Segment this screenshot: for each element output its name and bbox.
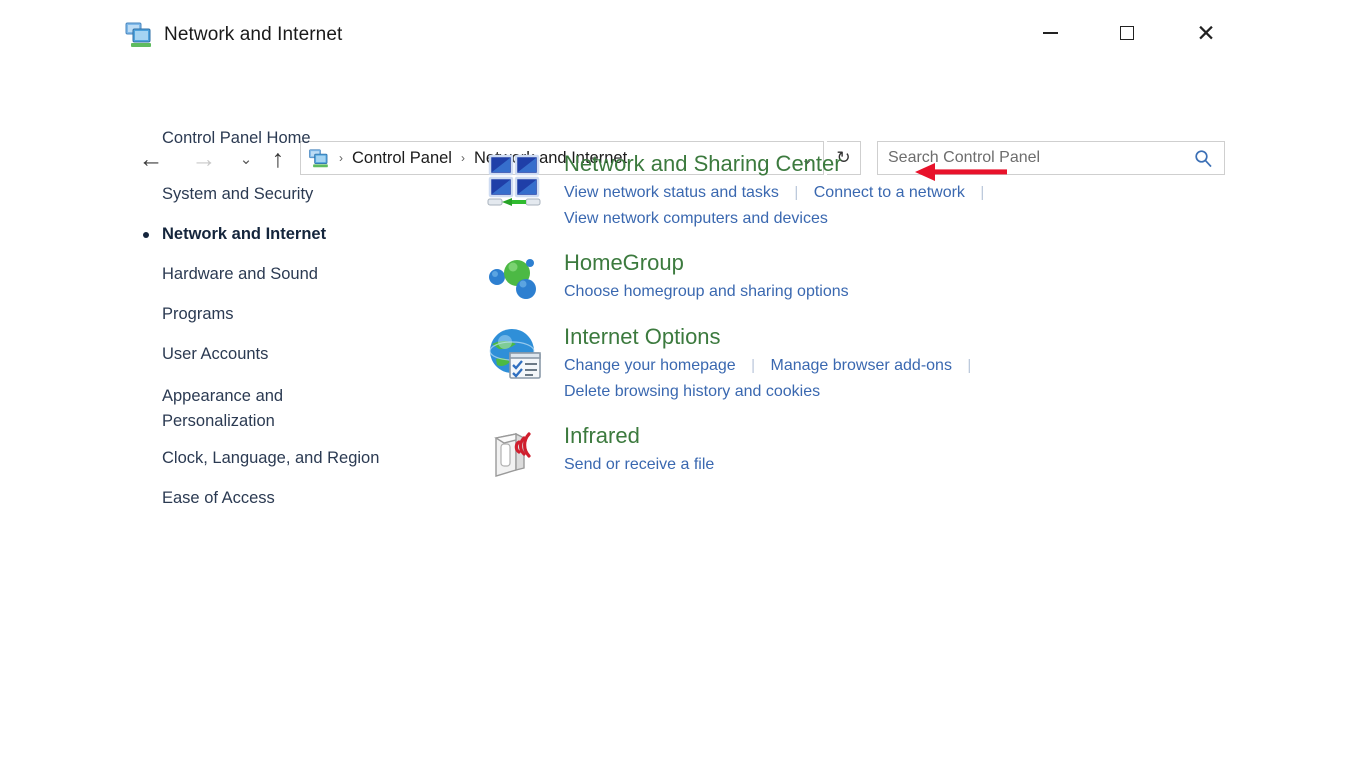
link-separator-trailing: | (969, 180, 995, 205)
category-title[interactable]: Network and Sharing Center (564, 150, 842, 178)
network-computers-icon (124, 21, 154, 49)
sidebar-item-hardware-and-sound[interactable]: Hardware and Sound (0, 264, 460, 285)
link-change-your-homepage[interactable]: Change your homepage (564, 353, 736, 378)
link-send-or-receive-a-file[interactable]: Send or receive a file (564, 452, 714, 477)
sidebar-item-label: Network and Internet (162, 225, 326, 243)
category-links: Send or receive a file (564, 452, 1366, 477)
sidebar-item-system-and-security[interactable]: System and Security (0, 184, 460, 205)
link-separator: | (783, 180, 809, 205)
link-view-network-computers-and-devices[interactable]: View network computers and devices (564, 206, 828, 231)
navigation-toolbar: ← → ⌄ ↑ › Control Panel › Network and In… (0, 68, 1366, 116)
link-choose-homegroup-and-sharing-options[interactable]: Choose homegroup and sharing options (564, 279, 849, 304)
sidebar-item-label: Programs (162, 305, 234, 323)
sidebar-item-label: Clock, Language, and Region (162, 449, 379, 467)
sidebar-item-label: Hardware and Sound (162, 265, 318, 283)
category-homegroup: HomeGroup Choose homegroup and sharing o… (486, 249, 1366, 305)
infrared-icon (486, 424, 544, 482)
link-delete-browsing-history-and-cookies[interactable]: Delete browsing history and cookies (564, 379, 820, 404)
minimize-icon (1043, 32, 1058, 34)
category-links: Change your homepage | Manage browser ad… (564, 353, 1366, 404)
window-title: Network and Internet (164, 24, 342, 46)
sidebar-item-label: Appearance and Personalization (162, 384, 332, 434)
sidebar-item-network-and-internet[interactable]: Network and Internet (0, 224, 460, 245)
title-bar: Network and Internet ✕ (0, 0, 1366, 68)
sidebar-item-user-accounts[interactable]: User Accounts (0, 344, 460, 365)
sidebar: Control Panel Home System and Security N… (0, 128, 460, 528)
annotation-arrow-icon (915, 163, 1007, 181)
sidebar-item-label: Control Panel Home (162, 129, 311, 147)
close-icon: ✕ (1196, 22, 1215, 45)
category-internet-options: Internet Options Change your homepage | … (486, 323, 1366, 404)
close-button[interactable]: ✕ (1183, 10, 1229, 56)
network-sharing-center-icon (486, 152, 544, 210)
sidebar-item-appearance-and-personalization[interactable]: Appearance and Personalization (0, 384, 460, 434)
category-infrared: Infrared Send or receive a file (486, 422, 1366, 478)
link-connect-to-a-network[interactable]: Connect to a network (814, 180, 965, 205)
category-list: Network and Sharing Center View network … (486, 150, 1366, 496)
category-title[interactable]: Internet Options (564, 323, 721, 351)
sidebar-item-label: Ease of Access (162, 489, 275, 507)
homegroup-icon (486, 251, 544, 309)
sidebar-item-label: User Accounts (162, 345, 268, 363)
link-view-network-status-and-tasks[interactable]: View network status and tasks (564, 180, 779, 205)
category-links: View network status and tasks | Connect … (564, 180, 1366, 231)
sidebar-item-clock-language-and-region[interactable]: Clock, Language, and Region (0, 448, 460, 469)
category-links: Choose homegroup and sharing options (564, 279, 1366, 304)
link-separator-trailing: | (956, 353, 982, 378)
maximize-button[interactable] (1104, 10, 1150, 56)
link-separator: | (740, 353, 766, 378)
category-title[interactable]: HomeGroup (564, 249, 684, 277)
maximize-icon (1120, 26, 1134, 40)
sidebar-item-control-panel-home[interactable]: Control Panel Home (0, 128, 460, 149)
category-title[interactable]: Infrared (564, 422, 640, 450)
internet-options-icon (486, 325, 544, 383)
sidebar-item-ease-of-access[interactable]: Ease of Access (0, 488, 460, 509)
minimize-button[interactable] (1027, 10, 1073, 56)
sidebar-item-programs[interactable]: Programs (0, 304, 460, 325)
link-manage-browser-add-ons[interactable]: Manage browser add-ons (771, 353, 952, 378)
sidebar-item-label: System and Security (162, 185, 313, 203)
